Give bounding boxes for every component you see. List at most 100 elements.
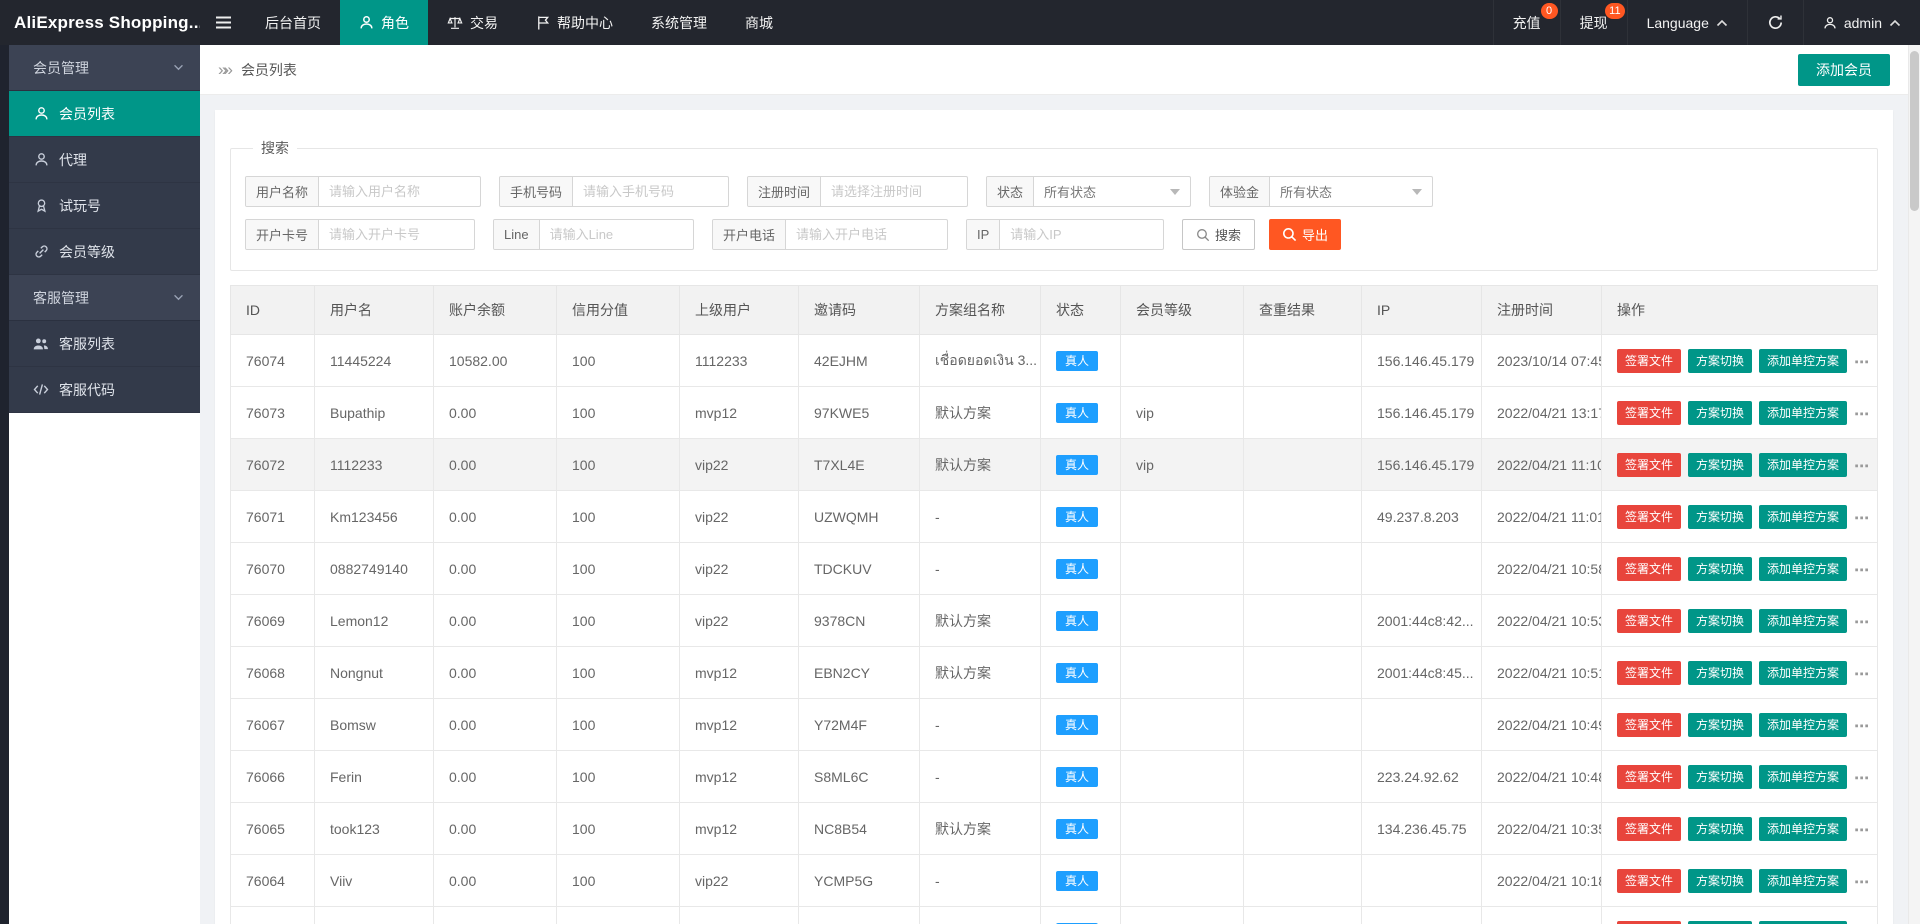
sidebar-item-support-list[interactable]: 客服列表: [9, 321, 200, 367]
add-single-control-button[interactable]: 添加单控方案: [1759, 921, 1847, 924]
admin-dropdown[interactable]: admin: [1803, 0, 1920, 45]
cell-plan: -: [920, 907, 1041, 924]
sign-file-button[interactable]: 签署文件: [1617, 869, 1681, 893]
app-logo: AliExpress Shopping...: [0, 0, 200, 45]
add-single-control-button[interactable]: 添加单控方案: [1759, 349, 1847, 373]
plan-switch-button[interactable]: 方案切换: [1688, 609, 1752, 633]
cell-plan: -: [920, 855, 1041, 907]
sign-file-button[interactable]: 签署文件: [1617, 505, 1681, 529]
add-single-control-button[interactable]: 添加单控方案: [1759, 817, 1847, 841]
row-more-button[interactable]: ⋯: [1854, 613, 1870, 630]
sidebar-item-support-code[interactable]: 客服代码: [9, 367, 200, 413]
sign-file-button[interactable]: 签署文件: [1617, 349, 1681, 373]
add-member-button[interactable]: 添加会员: [1798, 54, 1890, 86]
cell-reg: 2022/04/21 10:18: [1482, 855, 1602, 907]
row-more-button[interactable]: ⋯: [1854, 717, 1870, 734]
sign-file-button[interactable]: 签署文件: [1617, 609, 1681, 633]
row-more-button[interactable]: ⋯: [1854, 769, 1870, 786]
row-more-button[interactable]: ⋯: [1854, 353, 1870, 370]
main-menu: 后台首页 角色 交易 帮助中心 系统管理: [200, 0, 792, 45]
vertical-scrollbar[interactable]: [1908, 45, 1920, 924]
cell-dup: [1244, 439, 1362, 491]
sidebar-group-member-management[interactable]: 会员管理: [9, 45, 200, 91]
add-single-control-button[interactable]: 添加单控方案: [1759, 869, 1847, 893]
sign-file-button[interactable]: 签署文件: [1617, 661, 1681, 685]
nav-item-transactions[interactable]: 交易: [428, 0, 517, 45]
link-icon: [33, 244, 49, 259]
sign-file-button[interactable]: 签署文件: [1617, 921, 1681, 924]
sign-file-button[interactable]: 签署文件: [1617, 453, 1681, 477]
plan-switch-button[interactable]: 方案切换: [1688, 401, 1752, 425]
sign-file-button[interactable]: 签署文件: [1617, 817, 1681, 841]
sidebar: 会员管理 会员列表 代理 试玩: [0, 45, 200, 924]
language-dropdown[interactable]: Language: [1627, 0, 1747, 45]
sidebar-item-agents[interactable]: 代理: [9, 137, 200, 183]
withdraw-nav-item[interactable]: 提现 11: [1560, 0, 1627, 45]
ip-label: IP: [967, 220, 1000, 249]
search-button[interactable]: 搜索: [1182, 219, 1255, 250]
sidebar-item-member-levels[interactable]: 会员等级: [9, 229, 200, 275]
table-row: 76069Lemon120.00100vip229378CN默认方案真人2001…: [231, 595, 1878, 647]
line-field-group: Line: [493, 219, 694, 250]
plan-switch-button[interactable]: 方案切换: [1688, 557, 1752, 581]
plan-switch-button[interactable]: 方案切换: [1688, 349, 1752, 373]
scrollbar-thumb[interactable]: [1910, 51, 1919, 211]
add-single-control-button[interactable]: 添加单控方案: [1759, 713, 1847, 737]
row-more-button[interactable]: ⋯: [1854, 457, 1870, 474]
export-button[interactable]: 导出: [1269, 219, 1341, 250]
add-single-control-button[interactable]: 添加单控方案: [1759, 401, 1847, 425]
add-single-control-button[interactable]: 添加单控方案: [1759, 505, 1847, 529]
phone-input[interactable]: [573, 177, 726, 206]
plan-switch-button[interactable]: 方案切换: [1688, 453, 1752, 477]
breadcrumb-chevrons-icon: »: [223, 60, 232, 80]
sidebar-group-support-management[interactable]: 客服管理: [9, 275, 200, 321]
cell-reg: 2022/04/21 10:35: [1482, 803, 1602, 855]
open-phone-input[interactable]: [786, 220, 945, 249]
reg-time-input[interactable]: [821, 177, 965, 206]
add-single-control-button[interactable]: 添加单控方案: [1759, 557, 1847, 581]
row-more-button[interactable]: ⋯: [1854, 821, 1870, 838]
line-input[interactable]: [540, 220, 690, 249]
card-no-input[interactable]: [319, 220, 472, 249]
add-single-control-button[interactable]: 添加单控方案: [1759, 453, 1847, 477]
cell-invite: S8ML6C: [799, 751, 920, 803]
sign-file-button[interactable]: 签署文件: [1617, 765, 1681, 789]
add-single-control-button[interactable]: 添加单控方案: [1759, 661, 1847, 685]
cell-parent: vip22: [680, 595, 799, 647]
row-more-button[interactable]: ⋯: [1854, 665, 1870, 682]
sign-file-button[interactable]: 签署文件: [1617, 557, 1681, 581]
plan-switch-button[interactable]: 方案切换: [1688, 713, 1752, 737]
plan-switch-button[interactable]: 方案切换: [1688, 765, 1752, 789]
nav-item-roles[interactable]: 角色: [340, 0, 428, 45]
plan-switch-button[interactable]: 方案切换: [1688, 661, 1752, 685]
plan-switch-button[interactable]: 方案切换: [1688, 921, 1752, 924]
username-input[interactable]: [319, 177, 478, 206]
status-badge: 真人: [1056, 819, 1098, 839]
plan-switch-button[interactable]: 方案切换: [1688, 869, 1752, 893]
sidebar-item-member-list[interactable]: 会员列表: [9, 91, 200, 137]
refresh-button[interactable]: [1747, 0, 1803, 45]
sidebar-item-trial-accounts[interactable]: 试玩号: [9, 183, 200, 229]
nav-item-dashboard[interactable]: 后台首页: [246, 0, 340, 45]
sign-file-button[interactable]: 签署文件: [1617, 401, 1681, 425]
nav-item-help-center[interactable]: 帮助中心: [517, 0, 632, 45]
add-single-control-button[interactable]: 添加单控方案: [1759, 609, 1847, 633]
collapse-sidebar-button[interactable]: [200, 0, 246, 45]
plan-switch-button[interactable]: 方案切换: [1688, 505, 1752, 529]
nav-item-system[interactable]: 系统管理: [632, 0, 726, 45]
column-header-balance: 账户余额: [434, 286, 557, 335]
recharge-nav-item[interactable]: 充值 0: [1493, 0, 1560, 45]
row-more-button[interactable]: ⋯: [1854, 561, 1870, 578]
code-icon: [33, 383, 49, 396]
status-select[interactable]: 所有状态: [1034, 177, 1190, 206]
row-more-button[interactable]: ⋯: [1854, 405, 1870, 422]
nav-item-mall[interactable]: 商城: [726, 0, 792, 45]
plan-switch-button[interactable]: 方案切换: [1688, 817, 1752, 841]
sign-file-button[interactable]: 签署文件: [1617, 713, 1681, 737]
ip-input[interactable]: [1000, 220, 1158, 249]
add-single-control-button[interactable]: 添加单控方案: [1759, 765, 1847, 789]
trial-fund-select[interactable]: 所有状态: [1270, 177, 1432, 206]
row-more-button[interactable]: ⋯: [1854, 873, 1870, 890]
breadcrumb-bar: » » 会员列表 添加会员: [200, 45, 1908, 95]
row-more-button[interactable]: ⋯: [1854, 509, 1870, 526]
